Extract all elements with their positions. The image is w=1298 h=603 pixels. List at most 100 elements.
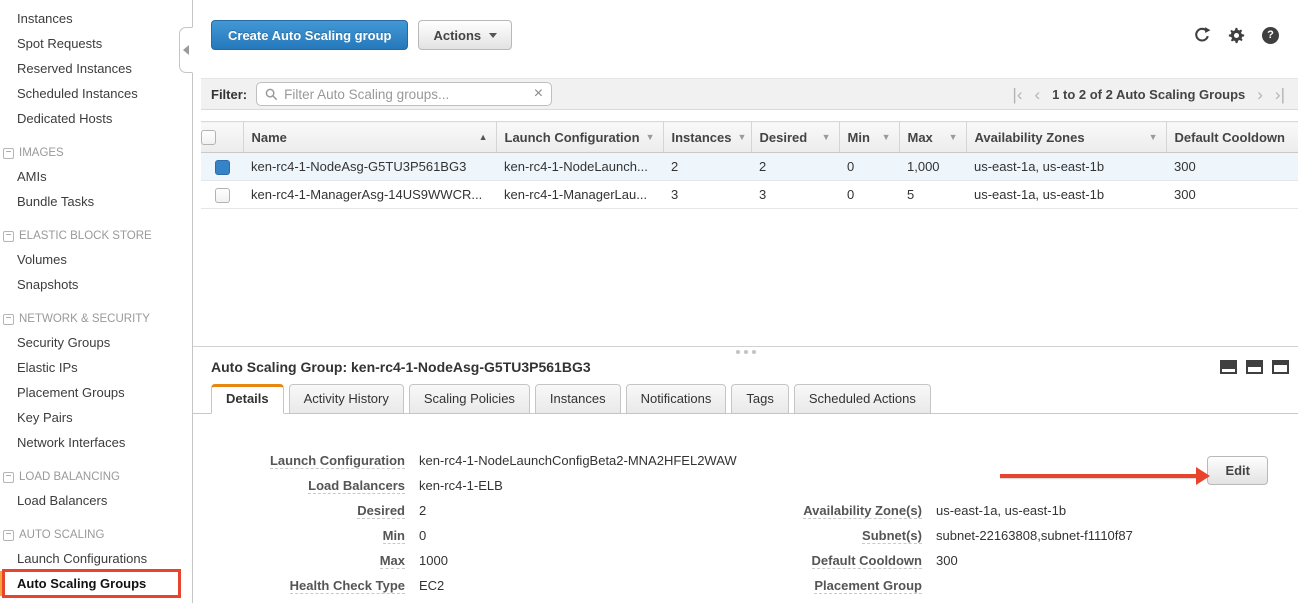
panel-layout-bottom-large-icon[interactable] [1272,360,1289,374]
section-collapse-icon[interactable]: − [3,148,14,159]
column-header-desired[interactable]: Desired▼ [751,122,839,153]
drag-dot-icon [744,350,748,354]
search-box[interactable]: × [256,82,552,106]
detail-field-label: Desired [357,503,405,519]
select-all-header-cell [201,122,243,153]
last-page-icon[interactable]: ›| [1275,86,1285,103]
table-cell: 2 [663,153,751,181]
tab-scaling-policies[interactable]: Scaling Policies [409,384,530,414]
sidebar-item-label: Placement Groups [17,385,125,400]
table-row[interactable]: ken-rc4-1-NodeAsg-G5TU3P561BG3ken-rc4-1-… [201,153,1298,181]
help-icon[interactable]: ? [1262,27,1279,44]
sidebar-item-load-balancers[interactable]: Load Balancers [0,488,192,513]
sidebar-item-label: Network Interfaces [17,435,125,450]
sidebar-section-elastic-block-store[interactable]: −ELASTIC BLOCK STORE [0,227,192,245]
sidebar-item-launch-configurations[interactable]: Launch Configurations [0,546,192,571]
column-header-name[interactable]: Name▲ [243,122,496,153]
section-collapse-icon[interactable]: − [3,231,14,242]
panel-layout-controls [1220,360,1289,374]
column-header-instances[interactable]: Instances▼ [663,122,751,153]
sidebar-item-security-groups[interactable]: Security Groups [0,330,192,355]
filter-label: Filter: [211,87,247,102]
section-collapse-icon[interactable]: − [3,314,14,325]
detail-field-value: 0 [419,528,426,544]
panel-layout-bottom-half-icon[interactable] [1246,360,1263,374]
sidebar-section-network-security[interactable]: −NETWORK & SECURITY [0,310,192,328]
detail-row-default-cooldown: Default Cooldown300 [754,553,1133,569]
column-header-label: Launch Configuration [505,130,640,145]
main-content: Create Auto Scaling group Actions ? Filt… [193,0,1298,603]
refresh-icon[interactable] [1193,26,1211,44]
table-cell: 5 [899,181,966,209]
sidebar-collapse-toggle[interactable] [179,27,193,73]
sidebar-item-amis[interactable]: AMIs [0,164,192,189]
detail-field-label: Launch Configuration [270,453,405,469]
filter-input[interactable] [278,87,534,102]
row-checkbox[interactable] [215,188,230,203]
sidebar-item-label: Dedicated Hosts [17,111,112,126]
column-header-availability-zones[interactable]: Availability Zones▼ [966,122,1166,153]
sidebar-item-elastic-ips[interactable]: Elastic IPs [0,355,192,380]
sidebar-item-placement-groups[interactable]: Placement Groups [0,380,192,405]
sort-down-icon: ▼ [737,132,746,142]
sort-down-icon: ▼ [822,132,831,142]
sidebar-item-reserved-instances[interactable]: Reserved Instances [0,56,192,81]
tab-notifications[interactable]: Notifications [626,384,727,414]
sidebar-item-scheduled-instances[interactable]: Scheduled Instances [0,81,192,106]
table-header-row: Name▲Launch Configuration▼Instances▼Desi… [201,122,1298,153]
filter-bar: Filter: × |‹ ‹ 1 to 2 of 2 Auto Scaling … [201,78,1298,110]
sidebar-item-snapshots[interactable]: Snapshots [0,272,192,297]
tab-label: Notifications [641,391,712,406]
tab-tags[interactable]: Tags [731,384,788,414]
table-cell: 2 [751,153,839,181]
sidebar-item-bundle-tasks[interactable]: Bundle Tasks [0,189,192,214]
ec2-console: InstancesSpot RequestsReserved Instances… [0,0,1298,603]
gear-icon[interactable] [1228,27,1245,44]
sidebar-item-spot-requests[interactable]: Spot Requests [0,31,192,56]
details-panel-title: Auto Scaling Group: ken-rc4-1-NodeAsg-G5… [211,359,591,375]
sort-down-icon: ▼ [646,132,655,142]
panel-layout-bottom-small-icon[interactable] [1220,360,1237,374]
table-cell: 0 [839,153,899,181]
prev-page-icon[interactable]: ‹ [1034,86,1040,103]
sidebar-section-auto-scaling[interactable]: −AUTO SCALING [0,526,192,544]
sidebar-item-volumes[interactable]: Volumes [0,247,192,272]
column-header-max[interactable]: Max▼ [899,122,966,153]
details-tab-content: Edit Launch Configurationken-rc4-1-NodeL… [193,453,1298,594]
tab-scheduled-actions[interactable]: Scheduled Actions [794,384,931,414]
clear-filter-icon[interactable]: × [534,86,543,102]
next-page-icon[interactable]: › [1257,86,1263,103]
column-header-launch-configuration[interactable]: Launch Configuration ▼ [496,122,663,153]
sidebar-item-key-pairs[interactable]: Key Pairs [0,405,192,430]
panel-resize-handle[interactable] [736,350,756,354]
tab-activity-history[interactable]: Activity History [289,384,404,414]
table-cell: ken-rc4-1-ManagerLau... [496,181,663,209]
row-checkbox[interactable] [215,160,230,175]
tab-instances[interactable]: Instances [535,384,621,414]
tab-details[interactable]: Details [211,384,284,414]
sidebar-item-auto-scaling-groups[interactable]: Auto Scaling Groups [0,571,192,596]
table-row[interactable]: ken-rc4-1-ManagerAsg-14US9WWCR...ken-rc4… [201,181,1298,209]
select-all-checkbox[interactable] [201,130,216,145]
sidebar-item-network-interfaces[interactable]: Network Interfaces [0,430,192,455]
first-page-icon[interactable]: |‹ [1012,86,1022,103]
sidebar-item-instances[interactable]: Instances [0,6,192,31]
section-collapse-icon[interactable]: − [3,530,14,541]
detail-field-label: Availability Zone(s) [803,503,922,519]
actions-button[interactable]: Actions [418,20,512,50]
sidebar: InstancesSpot RequestsReserved Instances… [0,0,193,603]
sidebar-section-images[interactable]: −IMAGES [0,144,192,162]
collapse-left-icon [183,45,189,55]
sidebar-item-dedicated-hosts[interactable]: Dedicated Hosts [0,106,192,131]
section-collapse-icon[interactable]: − [3,472,14,483]
sidebar-item-label: Key Pairs [17,410,73,425]
column-header-min[interactable]: Min▼ [839,122,899,153]
create-auto-scaling-group-button[interactable]: Create Auto Scaling group [211,20,408,50]
column-header-default-cooldown[interactable]: Default Cooldown [1166,122,1298,153]
sidebar-item-label: Volumes [17,252,67,267]
sidebar-section-label: LOAD BALANCING [19,471,120,483]
detail-field-label: Default Cooldown [812,553,923,569]
column-header-label: Availability Zones [975,130,1085,145]
table-cell: 3 [663,181,751,209]
sidebar-section-load-balancing[interactable]: −LOAD BALANCING [0,468,192,486]
